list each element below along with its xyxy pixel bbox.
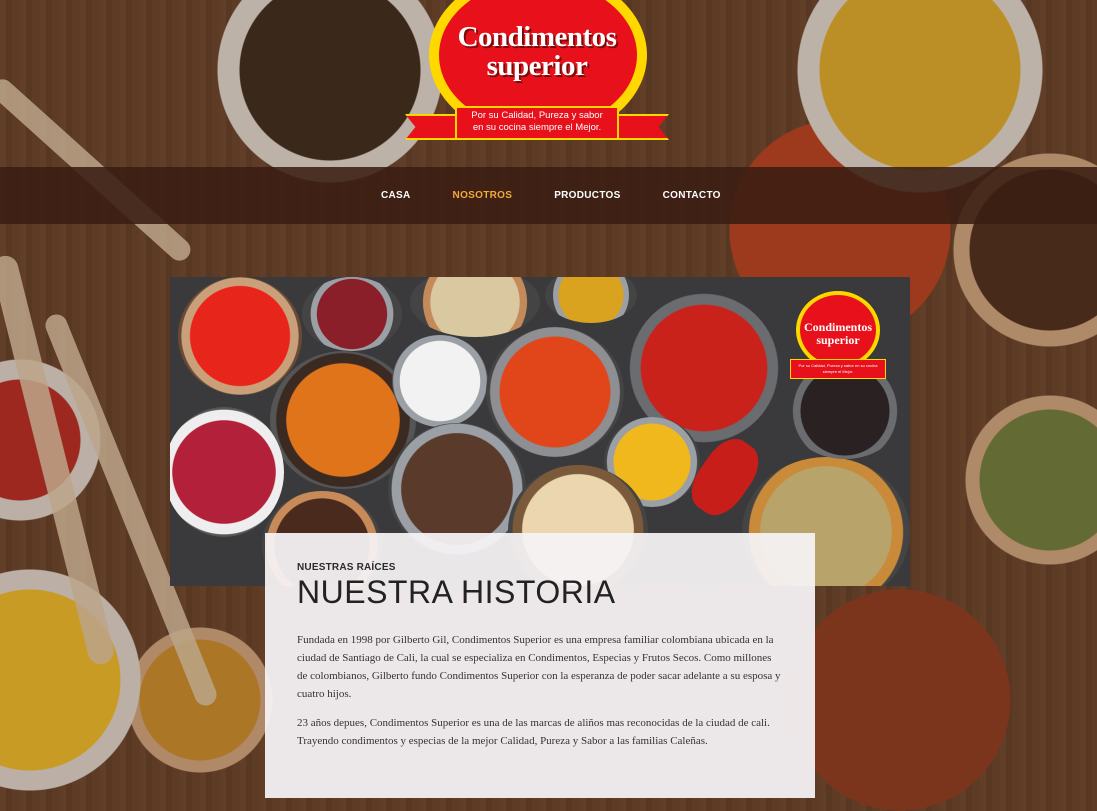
- hero-logo-line2: superior: [816, 333, 860, 347]
- history-card: NUESTRAS RAÍCES NUESTRA HISTORIA Fundada…: [265, 533, 815, 798]
- nav-item-casa[interactable]: CASA: [381, 190, 411, 201]
- logo-ribbon: Por su Calidad, Pureza y sabor en su coc…: [405, 106, 669, 142]
- history-paragraph-1: Fundada en 1998 por Gilberto Gil, Condim…: [297, 634, 781, 700]
- nav-list: CASA NOSOTROS PRODUCTOS CONTACTO: [360, 167, 742, 224]
- section-eyebrow: NUESTRAS RAÍCES: [297, 562, 396, 573]
- nav-item-nosotros[interactable]: NOSOTROS: [453, 190, 513, 201]
- hero-logo-badge: Condimentos superior Por su Calidad, Pur…: [790, 291, 886, 383]
- bowl-sumac: [302, 277, 402, 351]
- bowl-salt: [392, 335, 488, 427]
- section-title: NUESTRA HISTORIA: [297, 574, 616, 610]
- logo-title-line1: Condimentos: [457, 21, 617, 53]
- main-navigation: CASA NOSOTROS PRODUCTOS CONTACTO: [0, 167, 1097, 224]
- logo-slogan-line2: en su cocina siempre el Mejor.: [472, 122, 602, 133]
- hero-logo-line1: Condimentos: [803, 320, 872, 334]
- bowl-fennel: [410, 277, 540, 337]
- hero-logo-slogan: Por su Calidad, Pureza y sabor en su coc…: [790, 359, 886, 379]
- bowl-beetroot: [170, 407, 284, 537]
- logo-slogan-line1: Por su Calidad, Pureza y sabor: [471, 110, 603, 121]
- bowl-turmeric-small: [545, 277, 637, 323]
- site-logo[interactable]: Condimentos superior Por su Calidad, Pur…: [403, 0, 671, 148]
- ribbon-tail-right: [611, 114, 669, 140]
- logo-slogan: Por su Calidad, Pureza y sabor en su coc…: [455, 110, 619, 134]
- bowl-red-chili: [178, 277, 302, 395]
- nav-item-productos[interactable]: PRODUCTOS: [554, 190, 620, 201]
- nav-item-contacto[interactable]: CONTACTO: [663, 190, 721, 201]
- history-paragraph-2: 23 años depues, Condimentos Superior es …: [297, 717, 770, 747]
- bowl-saffron: [486, 327, 624, 457]
- logo-title-line2: superior: [486, 50, 588, 82]
